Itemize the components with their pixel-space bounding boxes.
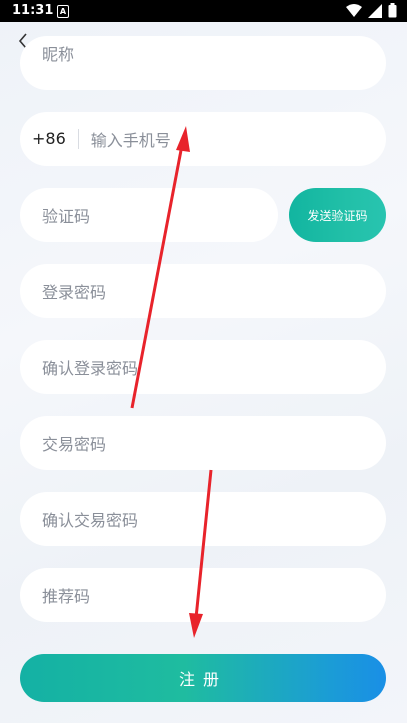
nickname-placeholder: 昵称 bbox=[42, 45, 75, 64]
confirm-trade-password-placeholder: 确认交易密码 bbox=[42, 511, 139, 530]
register-button[interactable]: 注册 bbox=[20, 654, 386, 702]
trade-password-input[interactable]: 交易密码 bbox=[20, 416, 386, 470]
code-placeholder: 验证码 bbox=[42, 207, 91, 226]
phone-input[interactable]: +86 输入手机号 bbox=[20, 112, 386, 166]
notification-icon: A bbox=[57, 5, 69, 18]
status-icons bbox=[346, 3, 397, 18]
confirm-login-password-placeholder: 确认登录密码 bbox=[42, 359, 139, 378]
login-password-placeholder: 登录密码 bbox=[42, 283, 107, 302]
send-code-button[interactable]: 发送验证码 bbox=[289, 188, 386, 242]
login-password-input[interactable]: 登录密码 bbox=[20, 264, 386, 318]
signal-icon bbox=[368, 3, 382, 18]
status-bar: 11:31 A bbox=[0, 0, 407, 22]
wifi-icon bbox=[346, 3, 362, 17]
trade-password-placeholder: 交易密码 bbox=[42, 435, 107, 454]
referral-code-input[interactable]: 推荐码 bbox=[20, 568, 386, 622]
status-time: 11:31 bbox=[12, 3, 54, 18]
confirm-login-password-input[interactable]: 确认登录密码 bbox=[20, 340, 386, 394]
country-code[interactable]: +86 bbox=[32, 129, 79, 149]
referral-placeholder: 推荐码 bbox=[42, 587, 91, 606]
battery-icon bbox=[388, 3, 397, 18]
phone-placeholder: 输入手机号 bbox=[90, 131, 171, 150]
nickname-input[interactable]: 昵称 bbox=[20, 36, 386, 90]
verification-code-input[interactable]: 验证码 bbox=[20, 188, 278, 242]
confirm-trade-password-input[interactable]: 确认交易密码 bbox=[20, 492, 386, 546]
